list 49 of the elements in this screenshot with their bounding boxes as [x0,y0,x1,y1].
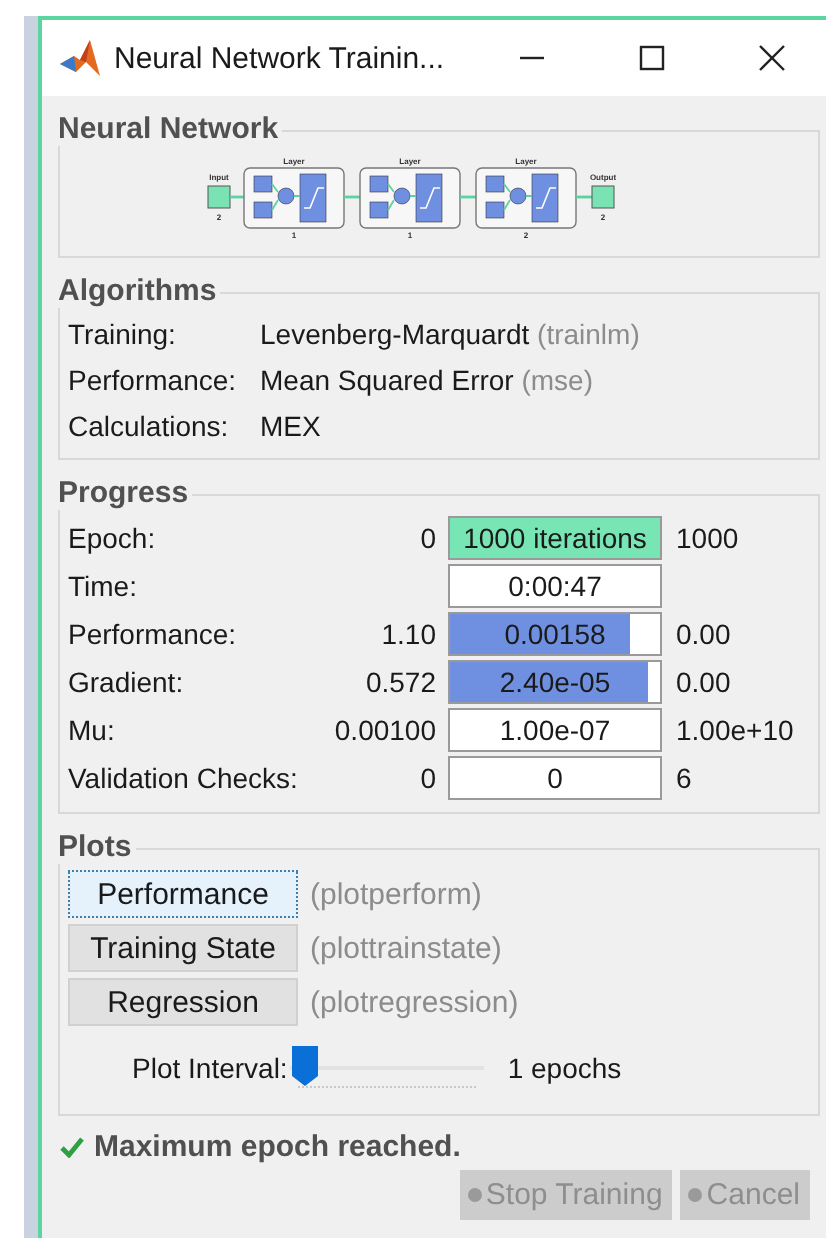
layer-block [358,167,460,229]
progress-label: Gradient: [68,666,186,698]
plot-interval-label: Plot Interval: [132,1052,288,1084]
plot-interval-value: 1 epochs [507,1052,622,1084]
algorithm-label: Calculations: [68,408,231,446]
plot-button[interactable]: Performance [68,870,298,918]
plot-function: (plotperform) [310,877,482,911]
progress-reading: 0.00158 [504,618,606,650]
section-heading: Algorithms [58,276,221,308]
section-heading: Plots [58,832,136,864]
max-value: 6 [674,762,694,794]
progress-label: Time: [68,570,139,602]
algorithm-label: Performance: [68,362,239,400]
plot-function: (plottrainstate) [310,931,502,965]
window-title: Neural Network Trainin... [114,41,447,75]
max-value: 0.00 [674,666,733,698]
slider-thumb[interactable] [289,1044,320,1088]
min-value: 0.572 [363,666,438,698]
progress-label: Epoch: [68,522,158,554]
close-icon[interactable] [758,44,786,72]
plot-interval-slider[interactable] [289,1042,484,1094]
section-heading: Progress [58,478,193,510]
algorithm-label: Training: [68,316,178,354]
plot-button[interactable]: Regression [68,978,298,1026]
min-value: 0 [418,762,438,794]
app-logo-icon [58,36,102,80]
max-value: 1.00e+10 [674,714,796,746]
progress-label: Mu: [68,714,117,746]
input-node [206,185,230,209]
layer-block [242,167,344,229]
plot-function: (plotregression) [310,985,519,1019]
output-node [590,185,614,209]
max-value: 1000 [674,522,741,554]
status-message: Maximum epoch reached. [94,1130,461,1164]
min-value: 0.00100 [332,714,438,746]
progress-label: Performance: [68,618,239,650]
algorithm-value: MEX [260,408,323,446]
layer-block [474,167,576,229]
progress-reading: 1000 iterations [463,522,647,554]
max-value: 0.00 [674,618,733,650]
min-value: 0 [418,522,438,554]
algorithm-value: Levenberg-Marquardt (trainlm) [260,316,642,354]
plot-button[interactable]: Training State [68,924,298,972]
algorithm-value: Mean Squared Error (mse) [260,362,596,400]
min-value: 1.10 [379,618,438,650]
progress-label: Validation Checks: [68,762,300,794]
maximize-icon[interactable] [638,44,666,72]
section-heading: Neural Network [58,114,283,146]
progress-reading: 2.40e-05 [499,666,611,698]
